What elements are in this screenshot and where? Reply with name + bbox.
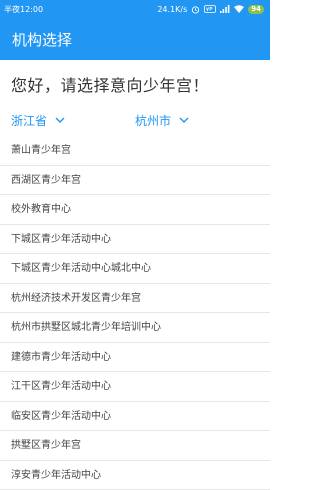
alarm-icon — [191, 5, 200, 14]
signal-icon — [220, 5, 230, 13]
status-indicators: 24.1K/s 94 — [157, 5, 264, 14]
institution-list: 萧山青少年宫 西湖区青少年宫 校外教育中心 下城区青少年活动中心 下城区青少年活… — [0, 136, 270, 490]
network-speed: 24.1K/s — [157, 5, 187, 14]
list-item[interactable]: 临安区青少年活动中心 — [0, 402, 270, 432]
list-item[interactable]: 西湖区青少年宫 — [0, 166, 270, 196]
list-item[interactable]: 杭州经济技术开发区青少年宫 — [0, 284, 270, 314]
list-item[interactable]: 淳安青少年活动中心 — [0, 461, 270, 490]
battery-icon: 94 — [248, 5, 264, 14]
province-label: 浙江省 — [11, 112, 47, 129]
list-item[interactable]: 萧山青少年宫 — [0, 136, 270, 166]
city-label: 杭州市 — [135, 112, 171, 129]
list-item[interactable]: 杭州市拱墅区城北青少年培训中心 — [0, 313, 270, 343]
list-item[interactable]: 下城区青少年活动中心城北中心 — [0, 254, 270, 284]
wifi-icon — [234, 5, 244, 13]
app-bar: 机构选择 — [0, 18, 270, 60]
greeting-text: 您好，请选择意向少年宫！ — [11, 72, 270, 96]
page-title: 机构选择 — [12, 29, 72, 50]
chevron-down-icon — [55, 117, 65, 123]
list-item[interactable]: 校外教育中心 — [0, 195, 270, 225]
vpn-icon — [204, 5, 216, 13]
list-item[interactable]: 拱墅区青少年宫 — [0, 431, 270, 461]
region-selectors: 浙江省 杭州市 — [0, 108, 270, 132]
status-bar: 半夜12:00 24.1K/s 94 — [0, 0, 270, 18]
city-selector[interactable]: 杭州市 — [135, 112, 189, 129]
list-item[interactable]: 下城区青少年活动中心 — [0, 225, 270, 255]
list-item[interactable]: 建德市青少年活动中心 — [0, 343, 270, 373]
chevron-down-icon — [179, 117, 189, 123]
list-item[interactable]: 江干区青少年活动中心 — [0, 372, 270, 402]
province-selector[interactable]: 浙江省 — [11, 112, 135, 129]
status-time: 半夜12:00 — [4, 4, 43, 15]
